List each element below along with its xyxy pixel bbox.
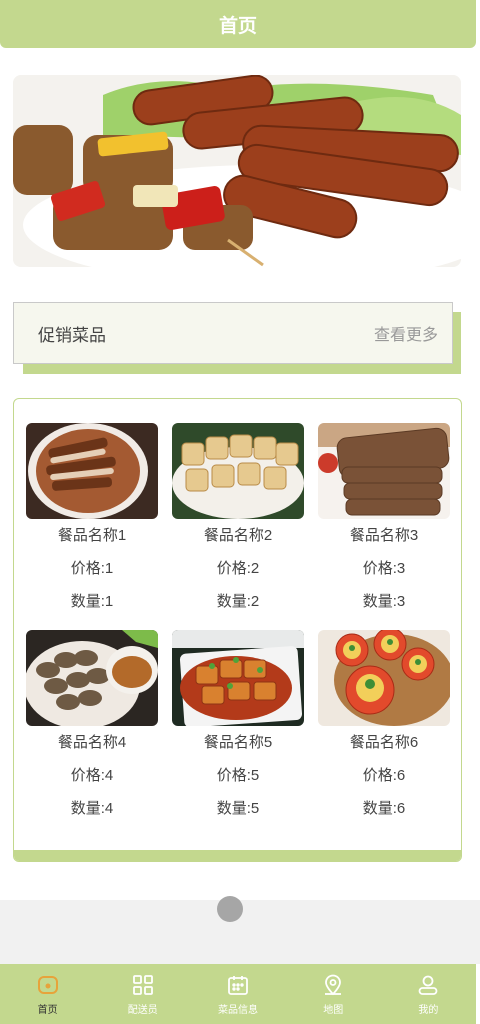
product-grid: 餐品名称1 价格:1 数量:1 餐品名称2 价格:2 数量:2 餐品名称3 价格… xyxy=(13,398,462,862)
promo-section: 促销菜品 查看更多 xyxy=(13,302,461,374)
product-price: 价格:6 xyxy=(362,767,406,784)
tab-label: 我的 xyxy=(418,1004,439,1016)
tab-dish-info[interactable]: 菜品信息 xyxy=(190,964,285,1024)
product-quantity: 数量:3 xyxy=(362,593,406,610)
tab-home[interactable]: 首页 xyxy=(0,964,95,1024)
product-name: 餐品名称4 xyxy=(57,734,127,751)
grid-icon xyxy=(132,974,153,995)
promo-card: 促销菜品 查看更多 xyxy=(13,302,453,364)
user-icon xyxy=(419,975,438,995)
product-quantity: 数量:6 xyxy=(362,800,406,817)
product-image-dumplings xyxy=(26,630,158,726)
banner-image xyxy=(13,75,461,267)
tab-map[interactable]: 地图 xyxy=(286,964,381,1024)
product-card[interactable]: 餐品名称3 价格:3 数量:3 xyxy=(318,423,450,618)
product-card[interactable]: 餐品名称2 价格:2 数量:2 xyxy=(172,423,304,618)
product-name: 餐品名称2 xyxy=(203,527,273,544)
promo-title: 促销菜品 xyxy=(38,325,106,345)
bottom-tab-bar: 首页 配送员 菜品信息 地图 我的 xyxy=(0,964,476,1024)
grid-accent-bar xyxy=(14,850,461,861)
product-price: 价格:4 xyxy=(70,767,114,784)
product-name: 餐品名称3 xyxy=(349,527,419,544)
product-price: 价格:3 xyxy=(362,560,406,577)
product-price: 价格:1 xyxy=(70,560,114,577)
product-name: 餐品名称1 xyxy=(57,527,127,544)
tab-label: 配送员 xyxy=(127,1004,158,1016)
calendar-icon xyxy=(228,975,248,995)
product-quantity: 数量:2 xyxy=(216,593,260,610)
product-name: 餐品名称6 xyxy=(349,734,419,751)
product-image-braised-tofu xyxy=(172,630,304,726)
product-card[interactable]: 餐品名称5 价格:5 数量:5 xyxy=(172,630,304,825)
map-pin-icon xyxy=(325,974,342,995)
product-price: 价格:2 xyxy=(216,560,260,577)
see-more-link[interactable]: 查看更多 xyxy=(374,321,438,345)
product-image-stuffed-tomatoes xyxy=(318,630,450,726)
banner-carousel[interactable] xyxy=(13,75,461,267)
product-image-braised-pork xyxy=(26,423,158,519)
product-quantity: 数量:1 xyxy=(70,593,114,610)
product-price: 价格:5 xyxy=(216,767,260,784)
top-header: 首页 xyxy=(0,0,476,48)
scroll-indicator-dot[interactable] xyxy=(217,896,243,922)
tab-label: 菜品信息 xyxy=(218,1004,258,1016)
product-name: 餐品名称5 xyxy=(203,734,273,751)
product-quantity: 数量:4 xyxy=(70,800,114,817)
tab-label: 首页 xyxy=(37,1004,58,1016)
product-image-tofu-skewers xyxy=(172,423,304,519)
product-image-brown-bread xyxy=(318,423,450,519)
home-icon xyxy=(37,975,58,994)
tab-label: 地图 xyxy=(323,1004,344,1016)
product-quantity: 数量:5 xyxy=(216,800,260,817)
page-title: 首页 xyxy=(218,15,257,37)
tab-courier[interactable]: 配送员 xyxy=(95,964,190,1024)
product-card[interactable]: 餐品名称1 价格:1 数量:1 xyxy=(26,423,158,618)
product-card[interactable]: 餐品名称6 价格:6 数量:6 xyxy=(318,630,450,825)
tab-profile[interactable]: 我的 xyxy=(381,964,476,1024)
product-card[interactable]: 餐品名称4 价格:4 数量:4 xyxy=(26,630,158,825)
